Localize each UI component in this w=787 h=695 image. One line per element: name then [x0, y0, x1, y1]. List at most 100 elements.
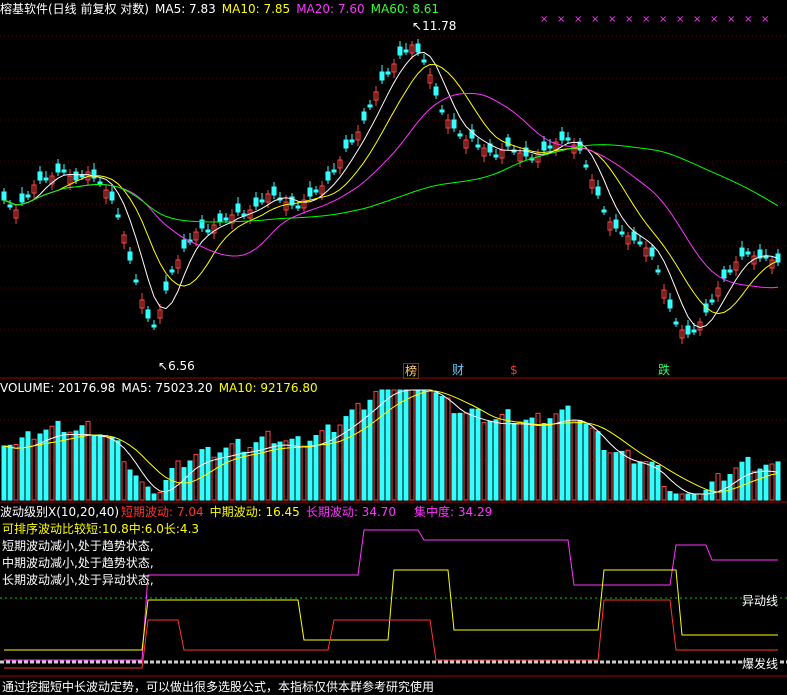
candle-body: [325, 171, 331, 181]
candle-body: [451, 119, 457, 129]
candle-body: [349, 139, 355, 143]
volume-bar: [151, 493, 157, 501]
volume-bar: [475, 408, 481, 501]
ma5-line: [3, 51, 779, 329]
volume-bar: [757, 468, 763, 501]
volume-bar: [25, 431, 31, 501]
volume-bar: [163, 480, 169, 501]
volume-bar: [589, 427, 595, 501]
ma5-value: MA5: 7.83: [155, 2, 216, 16]
volume-bar: [721, 480, 727, 501]
volume-bar: [649, 461, 655, 501]
footer-disclaimer: 通过挖掘短中长波动定势，可以做出很多选股公式，本指标仅供本群参考研究使用: [2, 680, 435, 694]
x-marker: ×: [659, 14, 667, 25]
volume-bar: [13, 444, 19, 501]
candle-body: [745, 251, 751, 255]
volume-bar: [133, 475, 139, 501]
volume-bar: [511, 423, 517, 501]
volume-bar: [193, 453, 199, 501]
candle-body: [691, 329, 697, 333]
ma60-value: MA60: 8.61: [370, 2, 440, 16]
volume-bar: [121, 461, 127, 501]
price-high-label: ↖11.78: [412, 19, 457, 33]
volume-bar: [499, 414, 505, 501]
volume-bar: [703, 489, 709, 501]
ma20-value: MA20: 7.60: [296, 2, 365, 16]
volume-bar: [73, 430, 79, 501]
volume-bar: [517, 421, 523, 501]
volume-bar: [403, 389, 409, 501]
volume-bar: [325, 424, 331, 501]
wave-note-mid: 中期波动减小,处于趋势状态,: [2, 556, 154, 570]
concentration-value: 集中度: 34.29: [414, 505, 493, 519]
candle-body: [673, 321, 679, 325]
x-marker: ×: [557, 14, 565, 25]
volume-bar: [169, 468, 175, 501]
volume-bar: [397, 389, 403, 501]
volume-bar: [361, 409, 367, 501]
candle-body: [331, 169, 337, 173]
badge-bang[interactable]: 榜: [403, 363, 420, 379]
volume-bar: [469, 408, 475, 501]
candle-body: [127, 251, 133, 261]
x-marker: ×: [710, 14, 718, 25]
volume-bar: [319, 430, 325, 501]
candle-body: [109, 191, 115, 201]
volume-ma10: MA10: 92176.80: [218, 381, 318, 395]
volume-bar: [85, 420, 91, 501]
volume-bar: [355, 402, 361, 501]
volume-bar: [283, 440, 289, 501]
volume-bar: [145, 486, 151, 501]
candle-body: [739, 247, 745, 257]
volume-bar: [553, 413, 559, 501]
candle-body: [421, 59, 427, 63]
candle-body: [493, 154, 499, 158]
volume-bar: [523, 419, 529, 501]
volume-bar: [259, 436, 265, 501]
volume-bar: [577, 420, 583, 501]
volume-bar: [265, 430, 271, 501]
candle-body: [19, 193, 25, 203]
volume-bar: [601, 450, 607, 501]
candle-body: [61, 169, 67, 173]
volume-bar: [685, 493, 691, 501]
volume-bar: [775, 461, 781, 501]
candle-body: [727, 269, 733, 273]
candle-body: [1, 191, 7, 201]
candle-body: [169, 269, 175, 273]
volume-bar: [547, 418, 553, 501]
volume-bar: [679, 493, 685, 501]
volume-bar: [235, 438, 241, 501]
volume-bar: [157, 492, 163, 501]
volume-bar: [139, 481, 145, 501]
badge-dollar[interactable]: $: [509, 363, 519, 377]
volume-bar: [529, 417, 535, 501]
candle-body: [25, 194, 31, 198]
candle-body: [235, 203, 241, 213]
candle-body: [271, 186, 277, 196]
badge-cai[interactable]: 财: [451, 363, 465, 377]
candle-body: [457, 133, 463, 137]
volume-bar: [619, 450, 625, 501]
candle-body: [565, 137, 571, 141]
candle-body: [217, 213, 223, 223]
volume-bar: [739, 461, 745, 501]
volume-bar: [667, 491, 673, 501]
volume-bar: [445, 397, 451, 501]
candle-body: [637, 241, 643, 245]
short-wave-value: 短期波动: 7.04: [121, 505, 204, 519]
volume-bar: [631, 463, 637, 501]
volume-bar: [613, 452, 619, 501]
candle-body: [7, 204, 13, 208]
volume-bar: [661, 486, 667, 501]
badge-die[interactable]: 跌: [657, 363, 671, 377]
volume-bar: [109, 436, 115, 501]
candle-body: [547, 145, 553, 149]
candle-body: [541, 141, 547, 151]
volume-bar: [439, 396, 445, 501]
candle-body: [73, 171, 79, 181]
volume-bar: [481, 422, 487, 501]
x-marker: ×: [591, 14, 599, 25]
volume-bar: [103, 435, 109, 501]
volume-bar: [769, 463, 775, 501]
